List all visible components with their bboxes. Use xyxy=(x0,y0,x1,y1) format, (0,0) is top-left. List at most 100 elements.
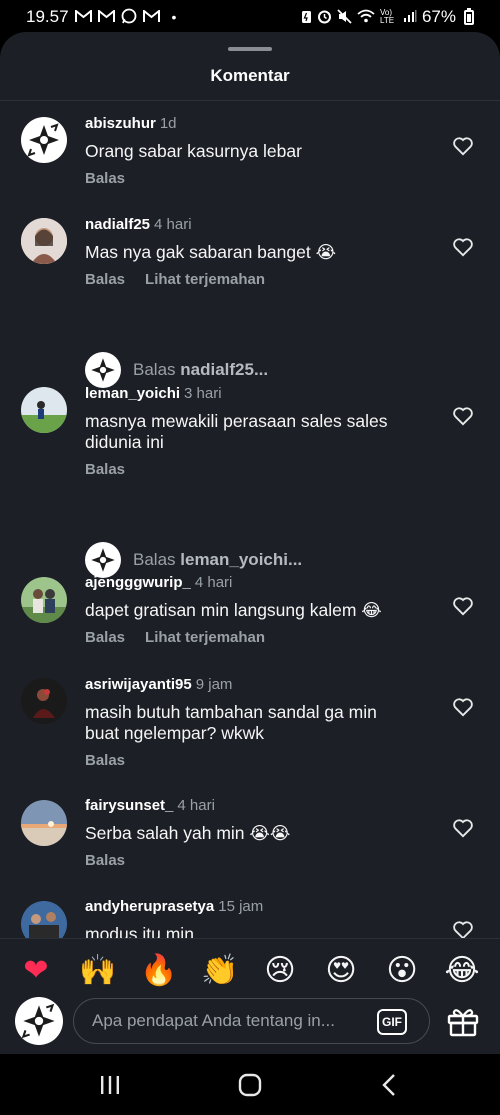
emoji-heart-eyes-button[interactable]: 😍 xyxy=(323,953,359,989)
avatar[interactable] xyxy=(21,218,67,264)
comment-time: 4 hari xyxy=(177,797,215,814)
reply-composer-row[interactable]: Balas leman_yoichi... xyxy=(85,542,302,578)
like-heart-icon[interactable] xyxy=(452,920,474,938)
comment-list[interactable]: abiszuhur 1d Orang sabar kasurnya lebar B… xyxy=(0,102,500,938)
reply-button[interactable]: Balas xyxy=(85,629,125,646)
comment-time: 1d xyxy=(159,115,177,132)
ninja-star-icon xyxy=(21,1003,55,1039)
ninja-star-icon xyxy=(91,358,115,382)
reply-prompt: Balas leman_yoichi... xyxy=(133,550,302,570)
gift-icon[interactable] xyxy=(446,1005,480,1037)
sheet-title: Komentar xyxy=(210,66,290,85)
avatar xyxy=(85,352,121,388)
reply-button[interactable]: Balas xyxy=(85,271,125,288)
like-heart-icon[interactable] xyxy=(452,406,474,426)
profile-photo xyxy=(21,901,67,938)
profile-photo xyxy=(21,678,67,724)
like-heart-icon[interactable] xyxy=(452,818,474,838)
recent-apps-icon[interactable] xyxy=(97,1072,123,1098)
gmail-icon xyxy=(97,8,115,25)
reply-button[interactable]: Balas xyxy=(85,852,125,869)
ninja-star-icon xyxy=(27,123,59,157)
comment-username[interactable]: nadialf25 xyxy=(85,216,150,233)
emoji-surprised-button[interactable]: 😮 xyxy=(384,953,420,989)
comment-username[interactable]: abiszuhur xyxy=(85,115,156,132)
gif-button[interactable]: GIF xyxy=(377,1009,407,1035)
sheet-drag-handle[interactable] xyxy=(228,47,272,51)
status-dot: • xyxy=(171,9,177,25)
like-heart-icon[interactable] xyxy=(452,136,474,156)
avatar[interactable] xyxy=(21,901,67,938)
reply-composer-row[interactable]: Balas nadialf25... xyxy=(85,352,268,388)
my-avatar xyxy=(15,997,63,1045)
gmail-icon xyxy=(74,8,92,25)
comment-username[interactable]: fairysunset_ xyxy=(85,797,173,814)
emoji-heart-button[interactable]: ❤ xyxy=(18,953,54,989)
alarm-icon xyxy=(317,9,332,26)
reply-prefix: Balas xyxy=(133,550,176,569)
avatar[interactable] xyxy=(21,577,67,623)
comment-time: 9 jam xyxy=(195,676,233,693)
comment-time: 3 hari xyxy=(184,385,222,402)
like-heart-icon[interactable] xyxy=(452,697,474,717)
comment-input[interactable] xyxy=(92,999,377,1043)
comment-text: masih butuh tambahan sandal ga min buat … xyxy=(85,702,377,743)
comment-username[interactable]: andyheruprasetya xyxy=(85,898,214,915)
header-divider xyxy=(0,100,500,101)
comment-text: modus itu min xyxy=(85,924,194,938)
reply-button[interactable]: Balas xyxy=(85,752,125,769)
home-icon[interactable] xyxy=(237,1072,263,1098)
wifi-icon xyxy=(357,9,375,25)
comment-username[interactable]: ajengggwurip_ xyxy=(85,574,191,591)
system-nav-bar xyxy=(0,1054,500,1115)
comment-username[interactable]: asriwijayanti95 xyxy=(85,676,192,693)
comments-sheet: Komentar abiszuhur 1d Orang sabar kasurny… xyxy=(0,32,500,1054)
profile-photo xyxy=(21,577,67,623)
status-bar: 19.57 • Vo) LTE 67% xyxy=(0,0,500,34)
emoji-fire-button[interactable]: 🔥 xyxy=(140,953,177,989)
whatsapp-icon xyxy=(121,8,137,26)
emoji-quick-bar: ❤ 🙌 🔥 👏 😢 😍 😮 😂 xyxy=(0,947,500,991)
emoji-laughing-button[interactable]: 😂 xyxy=(444,953,480,989)
ninja-star-icon xyxy=(91,548,115,572)
comment-time: 4 hari xyxy=(154,216,192,233)
battery-percent: 67% xyxy=(421,7,456,26)
comment-text: Serba salah yah min 😭😭 xyxy=(85,823,291,843)
avatar[interactable] xyxy=(21,678,67,724)
avatar[interactable] xyxy=(21,800,67,846)
battery-icon xyxy=(464,7,474,25)
comment-input-container: GIF xyxy=(73,998,430,1044)
profile-photo xyxy=(21,218,67,264)
back-icon[interactable] xyxy=(377,1072,403,1098)
emoji-raised-hands-button[interactable]: 🙌 xyxy=(79,953,116,989)
network-label: Vo) LTE xyxy=(379,8,395,25)
comment-text: Orang sabar kasurnya lebar xyxy=(85,141,302,161)
avatar xyxy=(85,542,121,578)
mute-icon xyxy=(337,8,352,26)
emoji-clap-button[interactable]: 👏 xyxy=(201,953,238,989)
comment-text: Mas nya gak sabaran banget 😭 xyxy=(85,242,337,262)
emoji-crying-button[interactable]: 😢 xyxy=(262,953,298,989)
reply-prefix: Balas xyxy=(133,360,176,379)
signal-icon xyxy=(403,9,417,25)
like-heart-icon[interactable] xyxy=(452,237,474,257)
comment-text: dapet gratisan min langsung kalem 😂 xyxy=(85,600,382,620)
profile-photo xyxy=(21,387,67,433)
battery-saver-icon xyxy=(301,9,312,26)
reply-button[interactable]: Balas xyxy=(85,461,125,478)
avatar[interactable] xyxy=(21,117,67,163)
profile-photo xyxy=(21,800,67,846)
status-time: 19.57 xyxy=(26,7,69,26)
comment-time: 15 jam xyxy=(218,898,264,915)
reply-target: nadialf25... xyxy=(180,360,269,379)
avatar[interactable] xyxy=(21,387,67,433)
reply-target: leman_yoichi... xyxy=(180,550,303,569)
like-heart-icon[interactable] xyxy=(452,596,474,616)
see-translation-button[interactable]: Lihat terjemahan xyxy=(145,271,265,288)
input-row: GIF xyxy=(0,993,500,1049)
see-translation-button[interactable]: Lihat terjemahan xyxy=(145,629,265,646)
comment-username[interactable]: leman_yoichi xyxy=(85,385,180,402)
gmail-icon xyxy=(142,8,160,25)
comment-text: masnya mewakili perasaan sales sales did… xyxy=(85,411,388,452)
reply-button[interactable]: Balas xyxy=(85,170,125,187)
